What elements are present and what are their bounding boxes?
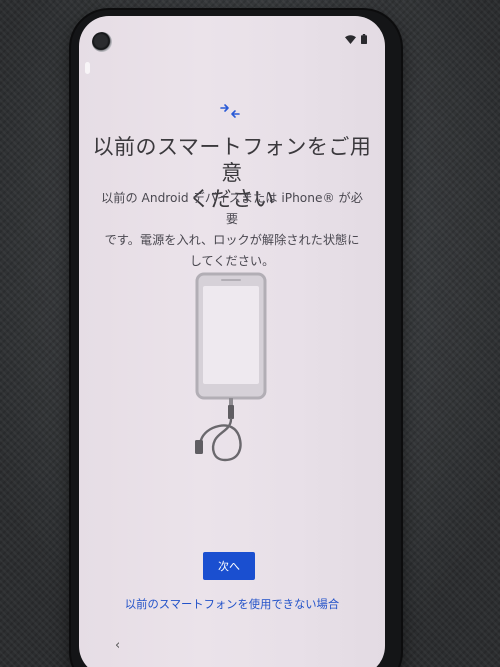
transfer-arrows-icon [219,102,241,120]
cannot-use-old-phone-link[interactable]: 以前のスマートフォンを使用できない場合 [79,596,385,612]
navigation-bar: ‹ [79,630,385,667]
wifi-icon [345,34,356,44]
title-line-1: 以前のスマートフォンをご用意 [92,135,372,185]
instruction-line-3: してください。 [189,254,275,268]
instruction-text: 以前の Android デバイスまたは iPhone® が必要 です。電源を入れ… [97,188,367,272]
status-bar [345,34,367,44]
phone-with-cable-icon [189,272,279,486]
battery-icon [361,34,367,44]
phone-screen: 以前のスマートフォンをご用意 ください 以前の Android デバイスまたは … [79,16,385,667]
instruction-line-1: 以前の Android デバイスまたは iPhone® が必要 [101,191,363,226]
front-camera [92,32,112,52]
back-icon[interactable]: ‹ [115,638,120,653]
instruction-line-2: です。電源を入れ、ロックが解除された状態に [104,233,360,247]
screen-glare [85,62,90,74]
next-button[interactable]: 次へ [203,552,255,580]
